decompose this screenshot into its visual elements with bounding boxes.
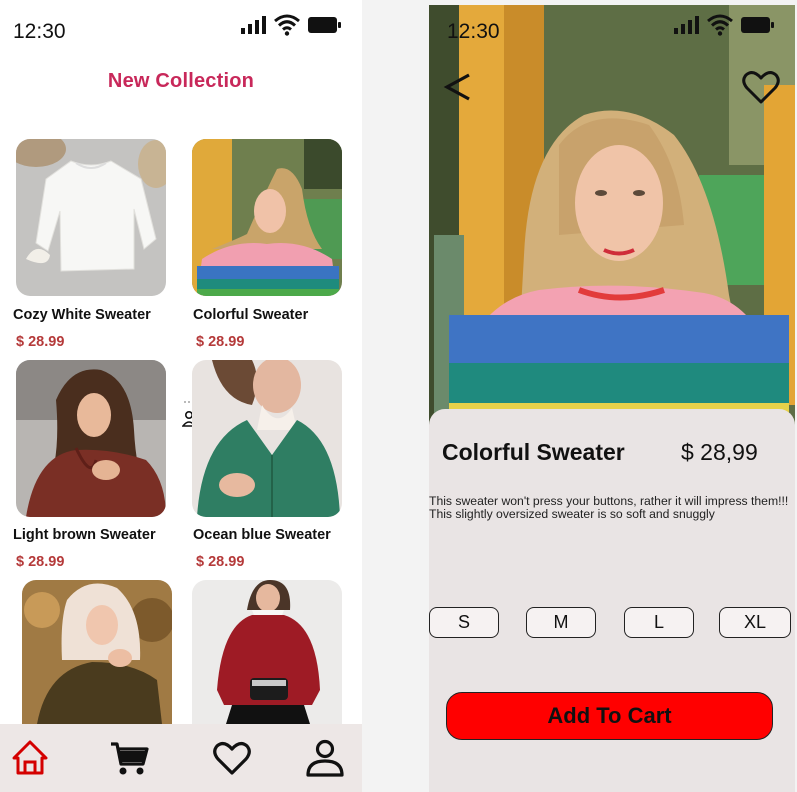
nav-cart[interactable] (109, 738, 149, 778)
product-name[interactable]: Ocean blue Sweater (193, 527, 331, 543)
nav-favorites[interactable] (212, 738, 252, 778)
profile-icon (306, 739, 344, 777)
product-price: $ 28.99 (196, 334, 245, 350)
status-time: 12:30 (447, 20, 500, 43)
product-name: Colorful Sweater (442, 439, 625, 465)
product-image-olive-sweater[interactable] (22, 580, 172, 724)
product-name[interactable]: Colorful Sweater (193, 307, 308, 323)
product-name[interactable]: Light brown Sweater (13, 527, 156, 543)
product-image-green-sweater[interactable] (192, 360, 342, 517)
product-price: $ 28,99 (681, 439, 758, 465)
home-icon (12, 740, 48, 775)
wifi-icon (707, 14, 733, 36)
status-icons (673, 14, 775, 36)
size-button-s[interactable]: S (429, 607, 499, 638)
add-to-cart-button[interactable]: Add To Cart (446, 692, 773, 740)
product-price: $ 28.99 (196, 554, 245, 570)
status-icons (240, 14, 342, 36)
size-button-m[interactable]: M (526, 607, 596, 638)
size-button-xl[interactable]: XL (719, 607, 791, 638)
product-detail-screen: 12:30 Colorful Sweater $ 28,99 This swea… (429, 5, 795, 792)
product-image-colorful-sweater[interactable] (192, 139, 342, 296)
favorite-heart-icon[interactable] (741, 69, 781, 105)
product-detail-panel: Colorful Sweater $ 28,99 This sweater wo… (429, 409, 795, 792)
status-time: 12:30 (13, 20, 66, 43)
back-arrow-icon[interactable] (443, 71, 473, 103)
heart-icon (213, 742, 251, 775)
product-name[interactable]: Cozy White Sweater (13, 307, 151, 323)
nav-home[interactable] (10, 738, 50, 778)
nav-profile[interactable] (305, 738, 345, 778)
cart-icon (111, 742, 149, 775)
product-image-brown-sweater[interactable] (16, 360, 166, 517)
product-price: $ 28.99 (16, 334, 65, 350)
wifi-icon (274, 14, 300, 36)
battery-icon (308, 17, 341, 33)
size-button-l[interactable]: L (624, 607, 694, 638)
collection-screen: 12:30 New Collection Cozy White Sweater … (0, 0, 362, 792)
battery-icon (741, 17, 774, 33)
product-price: $ 28.99 (16, 554, 65, 570)
product-image-red-sweater[interactable] (192, 580, 342, 724)
product-hero-image (429, 5, 795, 425)
bottom-nav (0, 724, 362, 792)
signal-icon (674, 16, 699, 34)
product-description: This sweater won't press your buttons, r… (429, 494, 789, 521)
product-image-white-sweater[interactable] (16, 139, 166, 296)
signal-icon (241, 16, 266, 34)
page-title: New Collection (107, 70, 255, 92)
